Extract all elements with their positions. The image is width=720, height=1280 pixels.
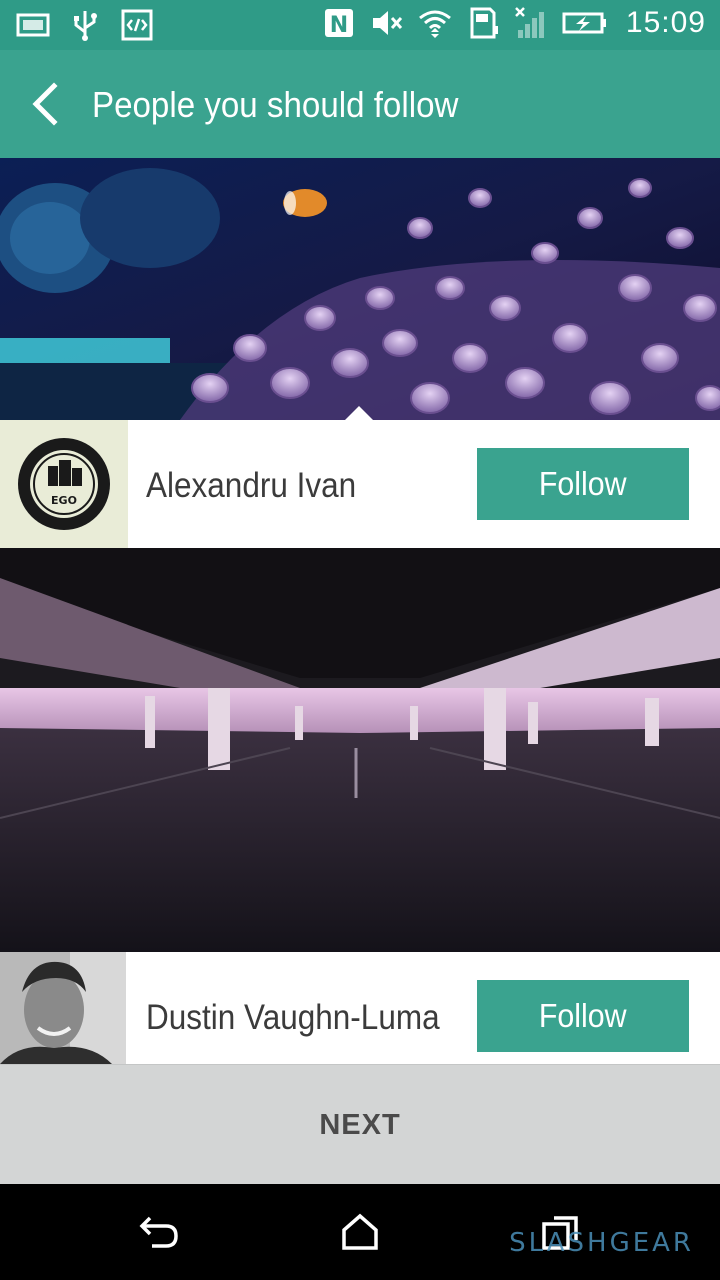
chevron-left-icon[interactable]	[26, 80, 66, 128]
nfc-icon: N	[324, 9, 353, 38]
svg-text:N: N	[330, 13, 348, 38]
cover-image-garage[interactable]	[0, 548, 720, 952]
cover-image-coral[interactable]	[0, 158, 720, 420]
sd-card-icon	[470, 7, 498, 39]
status-time: 15:09	[625, 6, 706, 39]
code-icon	[121, 9, 153, 41]
screen: N 15:09 People you should follow EGO Ale…	[0, 0, 720, 1280]
usb-icon	[74, 11, 97, 41]
signal-icon	[515, 7, 544, 38]
status-bar: N 15:09	[0, 0, 720, 50]
garage-photo	[0, 548, 720, 952]
person-name[interactable]: Dustin Vaughn-Luma	[146, 998, 440, 1038]
app-bar: People you should follow	[0, 50, 720, 158]
list-item: Dustin Vaughn-Luma Follow	[0, 952, 720, 1064]
person-name[interactable]: Alexandru Ivan	[146, 466, 356, 506]
follow-button[interactable]: Follow	[477, 980, 689, 1052]
avatar[interactable]: EGO	[0, 420, 128, 548]
next-button[interactable]: NEXT	[0, 1064, 720, 1185]
watermark: SLASHGEAR	[509, 1228, 694, 1258]
wifi-icon	[418, 10, 451, 38]
coral-photo	[0, 158, 720, 420]
follow-button-label: Follow	[539, 997, 627, 1034]
picture-icon	[16, 13, 50, 37]
home-icon[interactable]	[338, 1212, 382, 1252]
page-title: People you should follow	[92, 84, 459, 125]
ego-logo-avatar: EGO	[0, 420, 128, 548]
portrait-avatar	[0, 952, 126, 1064]
card-pointer	[344, 406, 374, 420]
back-icon[interactable]	[138, 1212, 182, 1252]
list-item: EGO Alexandru Ivan Follow	[0, 420, 720, 548]
svg-text:EGO: EGO	[51, 494, 77, 507]
navigation-bar: SLASHGEAR	[0, 1184, 720, 1280]
follow-button-label: Follow	[539, 465, 627, 502]
battery-charging-icon	[562, 12, 606, 34]
next-button-label: NEXT	[319, 1108, 401, 1141]
avatar[interactable]	[0, 952, 126, 1064]
mute-icon	[372, 11, 403, 35]
follow-button[interactable]: Follow	[477, 448, 689, 520]
